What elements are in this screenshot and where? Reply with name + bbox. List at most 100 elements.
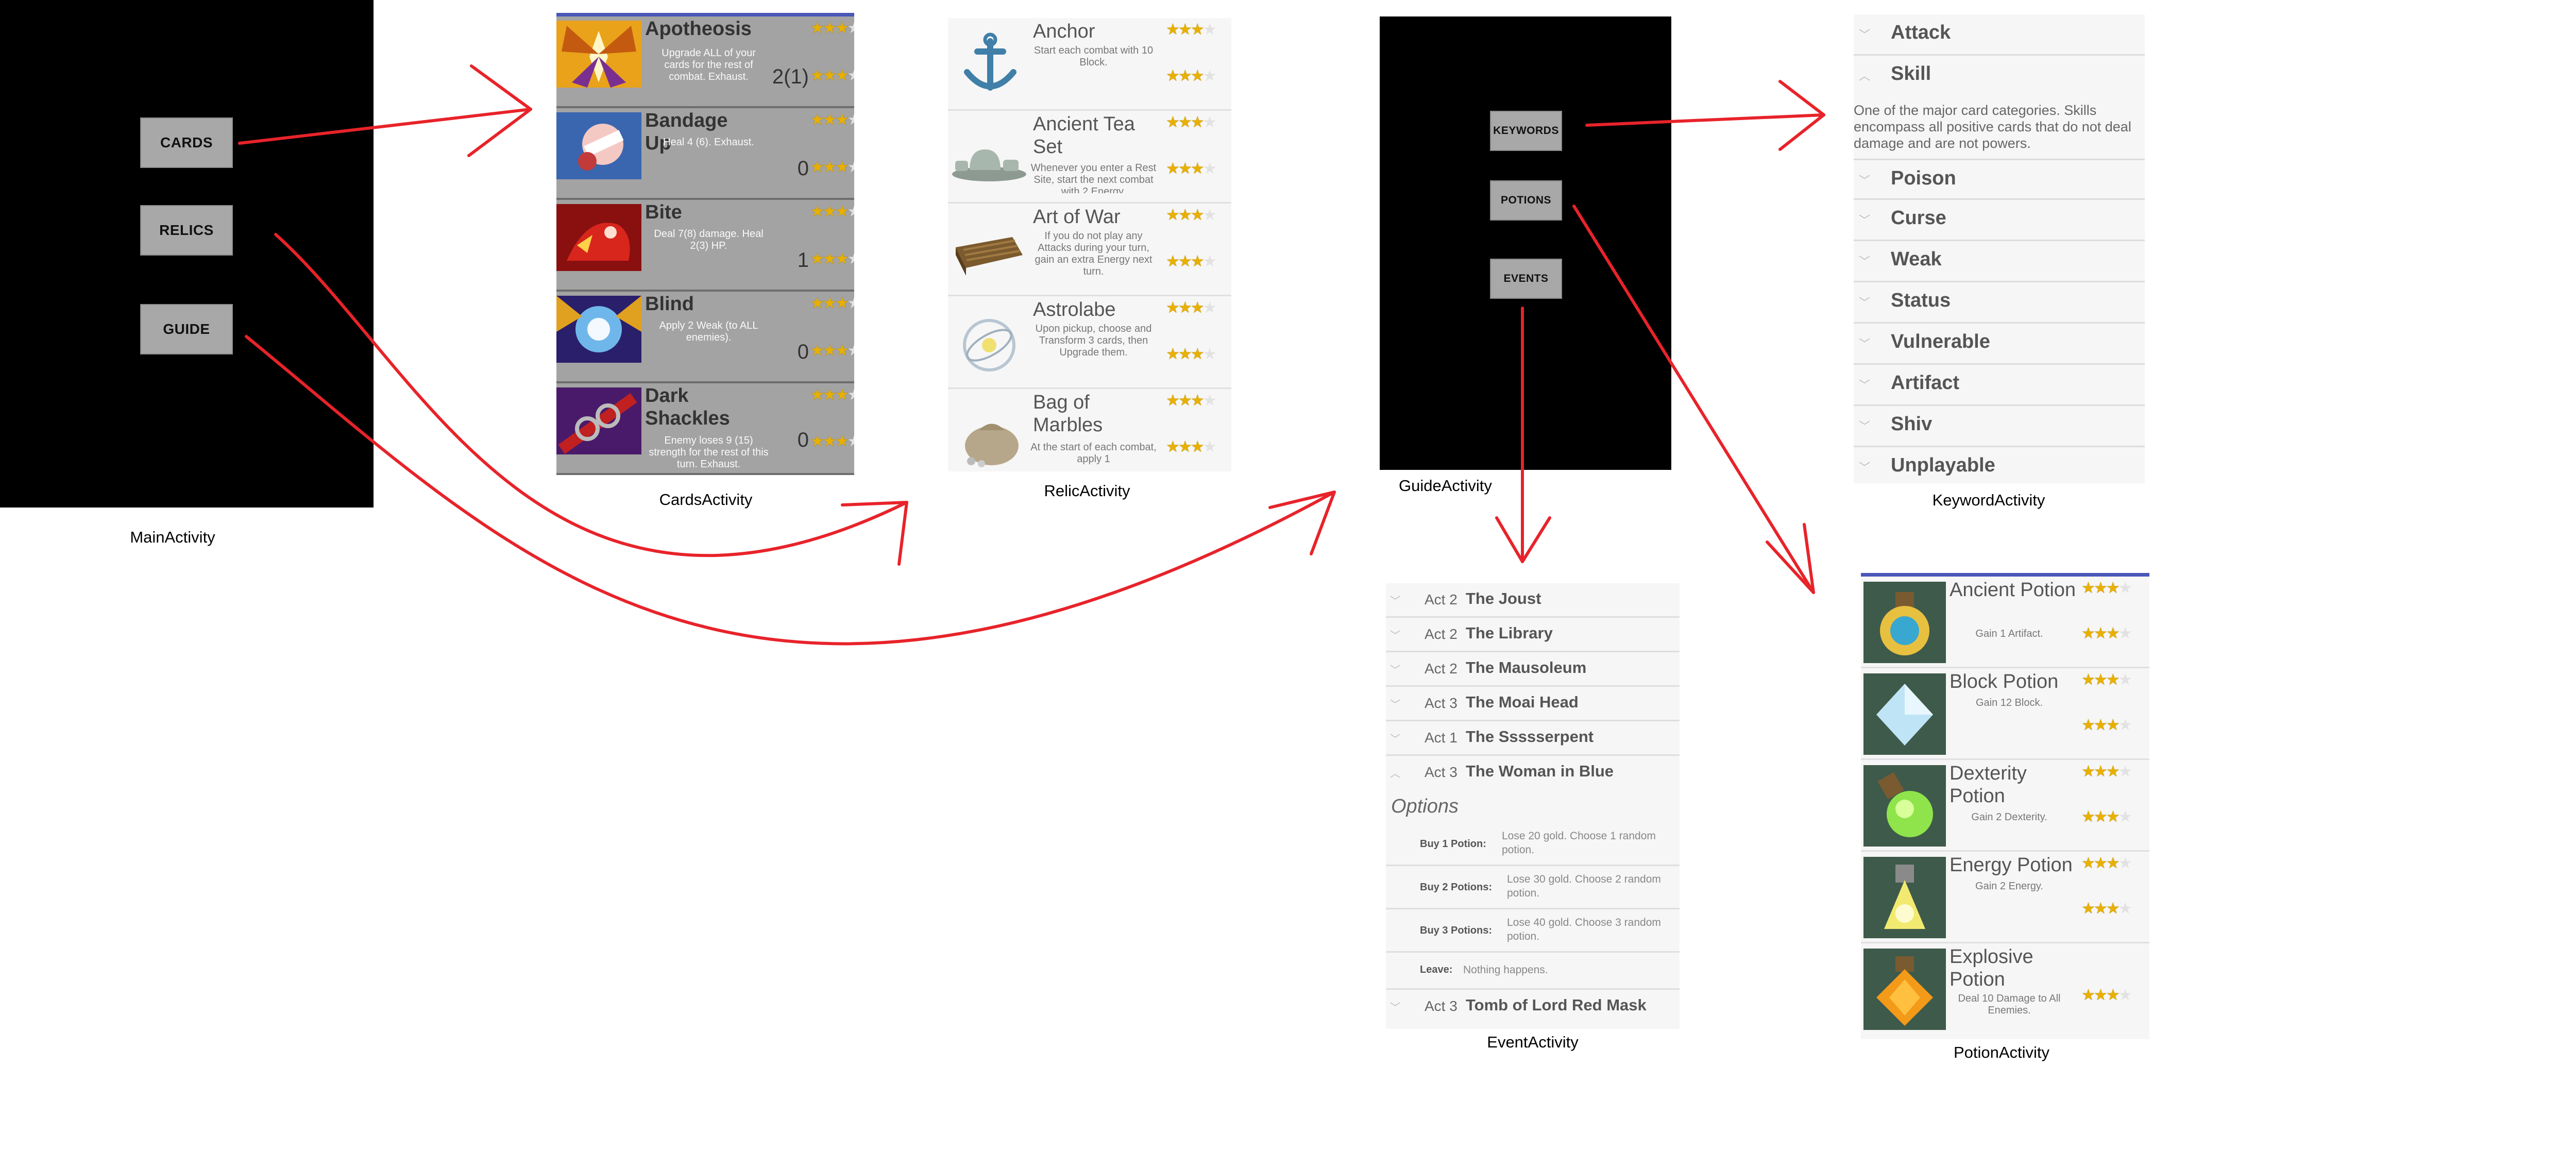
- event-name: The Ssssserpent: [1466, 728, 1594, 746]
- keyword-row-vulnerable[interactable]: ﹀ Vulnerable: [1854, 324, 2145, 365]
- relics-button[interactable]: RELICS: [140, 205, 233, 256]
- relic-rating-top: ★★★★: [1166, 115, 1217, 130]
- star-filled-icon: ★: [1190, 346, 1205, 363]
- cards-button[interactable]: CARDS: [140, 117, 233, 168]
- keywords-button[interactable]: KEYWORDS: [1490, 111, 1562, 151]
- guide-button[interactable]: GUIDE: [140, 304, 233, 354]
- card-rating-bottom: ★★★★: [810, 160, 854, 175]
- card-rating-top: ★★★★: [810, 21, 854, 36]
- event-option-row[interactable]: Buy 2 Potions: Lose 30 gold. Choose 2 ra…: [1386, 866, 1680, 909]
- events-button[interactable]: EVENTS: [1490, 259, 1562, 299]
- keyword-row-curse[interactable]: ﹀ Curse: [1854, 200, 2145, 241]
- relic-rating-top: ★★★★: [1166, 299, 1217, 316]
- relic-activity-caption: RelicActivity: [1044, 482, 1130, 500]
- relic-row-art-of-war[interactable]: Art of War If you do not play any Attack…: [948, 204, 1231, 296]
- bag-of-marbles-icon: [965, 424, 1019, 467]
- card-row-blind[interactable]: Blind Apply 2 Weak (to ALL enemies). 0 ★…: [556, 292, 854, 383]
- potion-row-dexterity[interactable]: Dexterity Potion Gain 2 Dexterity. ★★★★ …: [1861, 760, 2149, 852]
- star-empty-icon: ★: [1202, 253, 1217, 270]
- keyword-row-skill[interactable]: ︿ Skill: [1854, 56, 2145, 97]
- event-row-the-library[interactable]: ﹀ Act 2 The Library: [1386, 618, 1680, 652]
- keyword-label: Attack: [1891, 22, 1951, 43]
- card-row-apotheosis[interactable]: Apotheosis Upgrade ALL of your cards for…: [556, 16, 854, 108]
- relic-title: Ancient Tea Set: [1033, 113, 1135, 158]
- card-row-bandage-up[interactable]: Bandage Up Heal 4 (6). Exhaust. 0 ★★★ ★ ★…: [556, 108, 854, 200]
- potion-rating-top: ★★★★: [2081, 856, 2132, 871]
- star-empty-icon: ★: [1202, 438, 1217, 455]
- potions-button[interactable]: POTIONS: [1490, 180, 1562, 221]
- relic-description: Start each combat with 10 Block.: [1033, 45, 1154, 68]
- keyword-row-artifact[interactable]: ﹀ Artifact: [1854, 365, 2145, 406]
- star-filled-icon: ★: [2106, 763, 2120, 780]
- keyword-label: Shiv: [1891, 413, 1933, 435]
- potion-row-explosive[interactable]: Explosive Potion Deal 10 Damage to All E…: [1861, 943, 2149, 1035]
- event-option-row[interactable]: Buy 3 Potions: Lose 40 gold. Choose 3 ra…: [1386, 909, 1680, 953]
- star-filled-icon: ★: [1166, 346, 1180, 363]
- event-row-tomb-of-lord-red-mask[interactable]: ﹀ Act 3 Tomb of Lord Red Mask: [1386, 990, 1680, 1024]
- chevron-down-icon: ﹀: [1390, 1002, 1400, 1013]
- event-row-the-mausoleum[interactable]: ﹀ Act 2 The Mausoleum: [1386, 652, 1680, 687]
- potion-row-energy[interactable]: Energy Potion Gain 2 Energy. ★★★★ ★★★★: [1861, 852, 2149, 943]
- star-filled-icon: ★: [2106, 717, 2120, 734]
- event-row-the-woman-in-blue[interactable]: ︿ Act 3 The Woman in Blue: [1386, 756, 1680, 790]
- card-count: 2(1): [772, 65, 809, 88]
- star-filled-icon: ★: [1190, 299, 1205, 316]
- keyword-row-status[interactable]: ﹀ Status: [1854, 282, 2145, 324]
- star-filled-icon: ★: [822, 67, 837, 84]
- keyword-row-attack[interactable]: ﹀ Attack: [1854, 14, 2145, 56]
- keyword-row-poison[interactable]: ﹀ Poison: [1854, 159, 2145, 200]
- relic-rating-bottom: ★★★★: [1166, 69, 1217, 84]
- option-label: Buy 1 Potion:: [1420, 838, 1486, 850]
- card-row-bite[interactable]: Bite Deal 7(8) damage. Heal 2(3) HP. 1 ★…: [556, 200, 854, 292]
- potion-row-ancient[interactable]: Ancient Potion Gain 1 Artifact. ★★★★ ★★★…: [1861, 577, 2149, 668]
- star-filled-icon: ★: [810, 159, 824, 176]
- star-filled-icon: ★: [1178, 299, 1192, 316]
- keyword-activity-screen: ﹀ Attack ︿ Skill One of the major card c…: [1854, 14, 2145, 483]
- relic-description: Whenever you enter a Rest Site, start th…: [1030, 162, 1157, 193]
- event-row-the-moai-head[interactable]: ﹀ Act 3 The Moai Head: [1386, 687, 1680, 721]
- keyword-row-shiv[interactable]: ﹀ Shiv: [1854, 406, 2145, 447]
- card-rating-bottom: ★★★★: [810, 434, 854, 449]
- event-row-the-joust[interactable]: ﹀ Act 2 The Joust: [1386, 583, 1680, 618]
- relic-title: Anchor: [1033, 21, 1095, 42]
- star-empty-icon: ★: [2118, 808, 2132, 825]
- event-act: Act 1: [1425, 730, 1458, 746]
- star-empty-icon: ★: [1202, 21, 1217, 38]
- relic-row-ancient-tea-set[interactable]: Ancient Tea Set Whenever you enter a Res…: [948, 111, 1231, 204]
- card-description: Heal 4 (6). Exhaust.: [663, 137, 754, 148]
- art-of-war-icon: [956, 237, 1023, 276]
- event-option-row[interactable]: Buy 1 Potion: Lose 20 gold. Choose 1 ran…: [1386, 823, 1680, 866]
- star-filled-icon: ★: [1178, 253, 1192, 270]
- keyword-row-unplayable[interactable]: ﹀ Unplayable: [1854, 447, 2145, 483]
- option-text: Lose 20 gold. Choose 1 random potion.: [1502, 830, 1656, 856]
- relic-rating-top: ★★★★: [1166, 21, 1217, 38]
- star-filled-icon: ★: [810, 20, 824, 37]
- card-rating-top: ★★★★: [810, 112, 854, 128]
- relic-activity-screen: Anchor Start each combat with 10 Block. …: [948, 18, 1231, 471]
- potion-row-block[interactable]: Block Potion Gain 12 Block. ★★★★ ★★★★: [1861, 668, 2149, 760]
- block-potion-icon: [1863, 673, 1946, 755]
- astrolabe-icon: [963, 319, 1015, 371]
- event-act: Act 3: [1425, 695, 1458, 711]
- star-empty-icon: ★: [848, 159, 854, 176]
- card-title: Bite: [645, 201, 682, 223]
- star-filled-icon: ★: [822, 111, 837, 128]
- chevron-up-icon: ︿: [1859, 70, 1871, 82]
- chevron-down-icon: ﹀: [1390, 630, 1400, 641]
- event-name: The Library: [1466, 624, 1553, 642]
- event-act: Act 2: [1425, 661, 1458, 677]
- event-row-the-ssssserpent[interactable]: ﹀ Act 1 The Ssssserpent: [1386, 721, 1680, 756]
- star-empty-icon: ★: [2118, 717, 2132, 734]
- star-empty-icon: ★: [848, 67, 854, 84]
- relic-rating-bottom: ★★★★: [1166, 161, 1217, 177]
- event-option-row[interactable]: Leave: Nothing happens.: [1386, 953, 1680, 990]
- relic-row-bag-of-marbles[interactable]: Bag of Marbles At the start of each comb…: [948, 389, 1231, 471]
- star-empty-icon: ★: [1202, 299, 1217, 316]
- potion-rating-top: ★★★★: [2081, 581, 2132, 596]
- keyword-skill-description: One of the major card categories. Skills…: [1854, 103, 2131, 151]
- card-row-dark-shackles[interactable]: Dark Shackles Enemy loses 9 (15) strengt…: [556, 383, 854, 475]
- cards-activity-screen: Apotheosis Upgrade ALL of your cards for…: [556, 13, 854, 475]
- relic-row-anchor[interactable]: Anchor Start each combat with 10 Block. …: [948, 18, 1231, 111]
- keyword-row-weak[interactable]: ﹀ Weak: [1854, 241, 2145, 282]
- relic-row-astrolabe[interactable]: Astrolabe Upon pickup, choose and Transf…: [948, 296, 1231, 389]
